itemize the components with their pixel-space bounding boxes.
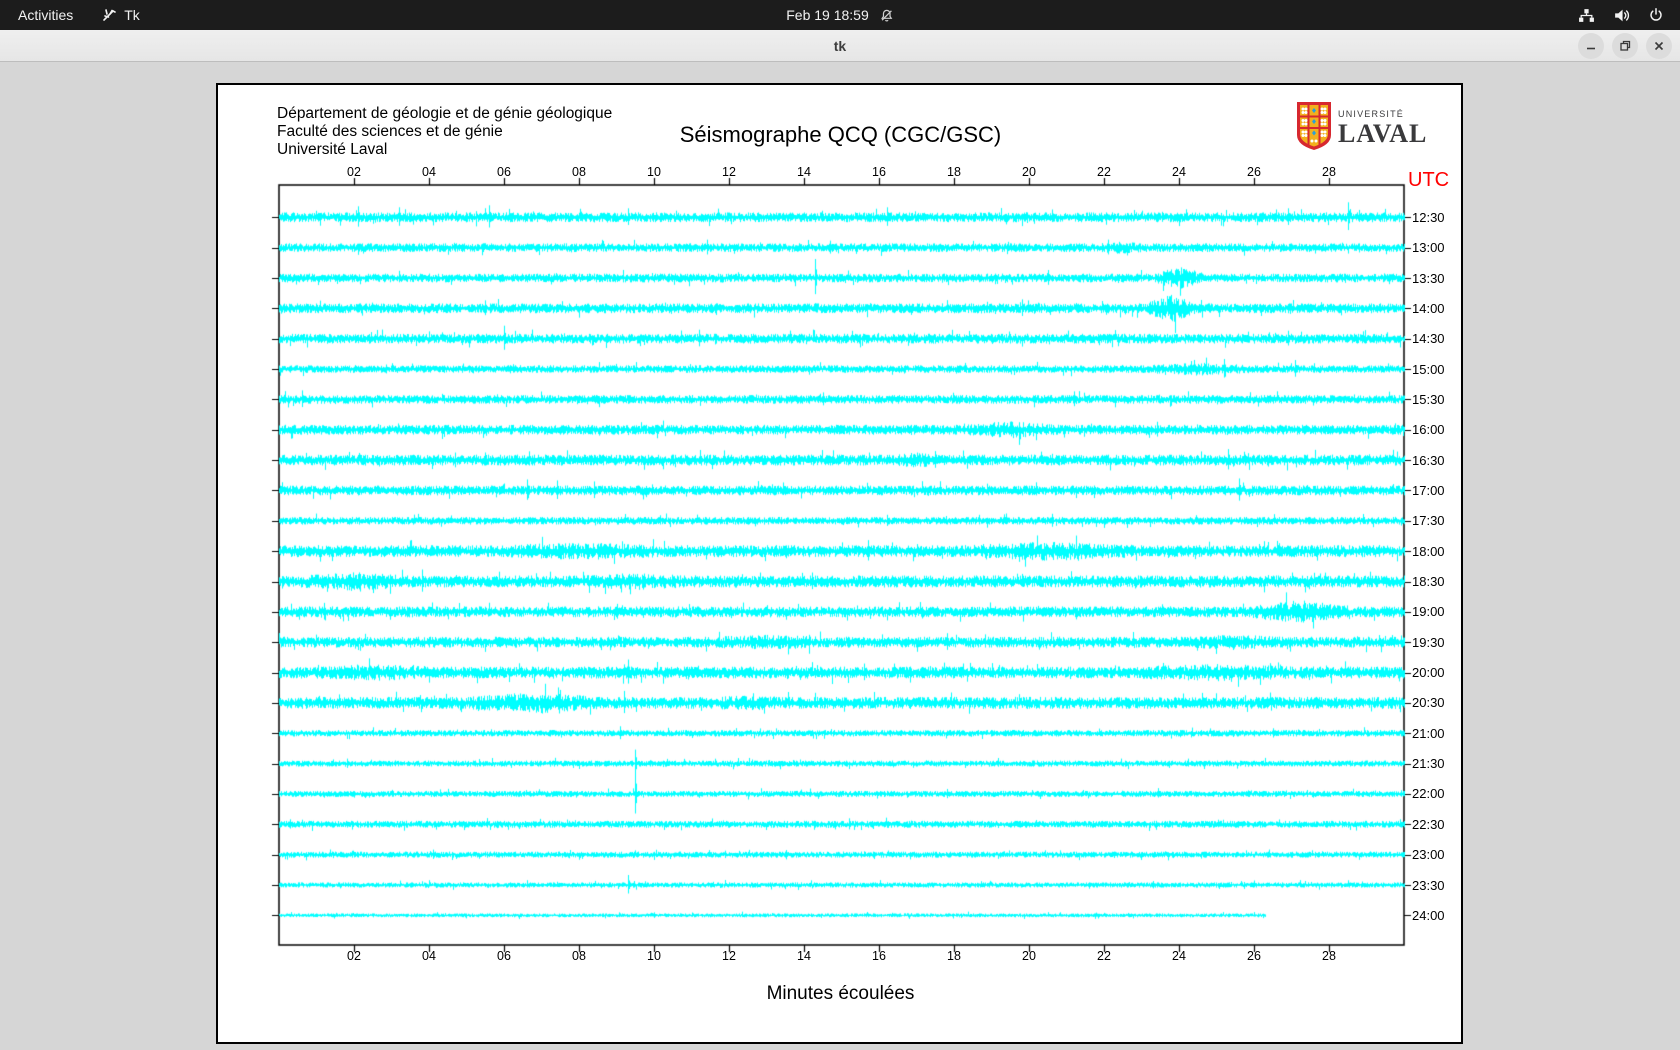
x-tick-label-top: 22 — [1097, 165, 1111, 179]
x-tick-label-bottom: 04 — [422, 949, 436, 963]
utc-time-label: 19:00 — [1412, 604, 1445, 620]
utc-time-label: 12:30 — [1412, 209, 1445, 225]
utc-time-label: 14:30 — [1412, 331, 1445, 347]
x-tick-label-top: 06 — [497, 165, 511, 179]
gnome-top-bar: Activities Tk Feb 19 18:59 — [0, 0, 1680, 30]
x-tick-label-top: 08 — [572, 165, 586, 179]
x-tick-label-bottom: 16 — [872, 949, 886, 963]
utc-time-label: 17:00 — [1412, 482, 1445, 498]
utc-time-label: 16:00 — [1412, 422, 1445, 438]
x-tick-label-top: 24 — [1172, 165, 1186, 179]
utc-time-label: 23:00 — [1412, 847, 1445, 863]
x-tick-label-top: 14 — [797, 165, 811, 179]
minimize-button[interactable] — [1578, 32, 1604, 59]
x-tick-label-top: 04 — [422, 165, 436, 179]
x-tick-label-bottom: 26 — [1247, 949, 1261, 963]
x-tick-label-bottom: 08 — [572, 949, 586, 963]
utc-time-label: 20:30 — [1412, 695, 1445, 711]
utc-time-label: 23:30 — [1412, 877, 1445, 893]
utc-time-label: 18:30 — [1412, 574, 1445, 589]
window-title-bar[interactable]: tk — [0, 30, 1680, 62]
utc-time-label: 15:30 — [1412, 391, 1445, 407]
x-tick-label-bottom: 18 — [947, 949, 961, 963]
x-tick-label-bottom: 28 — [1322, 949, 1336, 963]
window-title: tk — [833, 37, 847, 54]
utc-time-label: 21:00 — [1412, 725, 1445, 741]
x-axis-title: Minutes écoulées — [766, 983, 915, 1004]
maximize-button[interactable] — [1612, 32, 1638, 59]
close-button[interactable] — [1646, 32, 1672, 59]
power-icon — [1648, 7, 1664, 23]
x-tick-label-top: 16 — [872, 165, 886, 179]
x-tick-label-top: 18 — [947, 165, 961, 179]
utc-time-label: 15:00 — [1412, 361, 1445, 377]
notifications-off-icon — [879, 8, 894, 23]
utc-time-label: 14:00 — [1412, 300, 1445, 316]
utc-time-label: 18:00 — [1412, 543, 1445, 559]
x-tick-label-top: 10 — [647, 165, 661, 179]
utc-time-label: 19:30 — [1412, 634, 1445, 650]
x-tick-label-bottom: 02 — [347, 949, 361, 963]
clock-menu[interactable]: Feb 19 18:59 — [786, 0, 894, 30]
helicorder-trace-plot — [218, 85, 1463, 1042]
utc-axis-label: UTC — [1408, 169, 1450, 191]
tk-window-body: Département de géologie et de génie géol… — [0, 62, 1680, 1050]
x-tick-label-bottom: 10 — [647, 949, 661, 963]
network-icon — [1578, 7, 1595, 24]
x-tick-label-top: 12 — [722, 165, 736, 179]
utc-time-label: 24:00 — [1412, 907, 1445, 923]
utc-time-label: 13:00 — [1412, 240, 1445, 256]
app-menu-label: Tk — [124, 7, 140, 23]
x-tick-label-bottom: 24 — [1172, 949, 1186, 963]
utc-time-label: 22:00 — [1412, 786, 1445, 802]
x-tick-label-bottom: 14 — [797, 949, 811, 963]
tk-app-icon — [101, 7, 117, 23]
x-tick-label-bottom: 22 — [1097, 949, 1111, 963]
x-tick-label-top: 20 — [1022, 165, 1036, 179]
volume-icon — [1613, 7, 1630, 24]
utc-time-label: 22:30 — [1412, 816, 1445, 832]
activities-button[interactable]: Activities — [0, 0, 91, 30]
system-status-area[interactable] — [1562, 0, 1680, 30]
x-tick-label-bottom: 20 — [1022, 949, 1036, 963]
utc-time-label: 16:30 — [1412, 452, 1445, 468]
app-menu[interactable]: Tk — [91, 0, 150, 30]
x-tick-label-top: 28 — [1322, 165, 1336, 179]
utc-time-label: 21:30 — [1412, 756, 1445, 772]
utc-time-label: 17:30 — [1412, 513, 1445, 529]
x-tick-label-bottom: 06 — [497, 949, 511, 963]
clock-label: Feb 19 18:59 — [786, 7, 869, 23]
x-tick-label-top: 02 — [347, 165, 361, 179]
utc-time-label: 13:30 — [1412, 270, 1445, 286]
x-tick-label-top: 26 — [1247, 165, 1261, 179]
utc-time-label: 20:00 — [1412, 665, 1445, 681]
seismograph-canvas-area: Département de géologie et de génie géol… — [216, 83, 1463, 1044]
x-tick-label-bottom: 12 — [722, 949, 736, 963]
